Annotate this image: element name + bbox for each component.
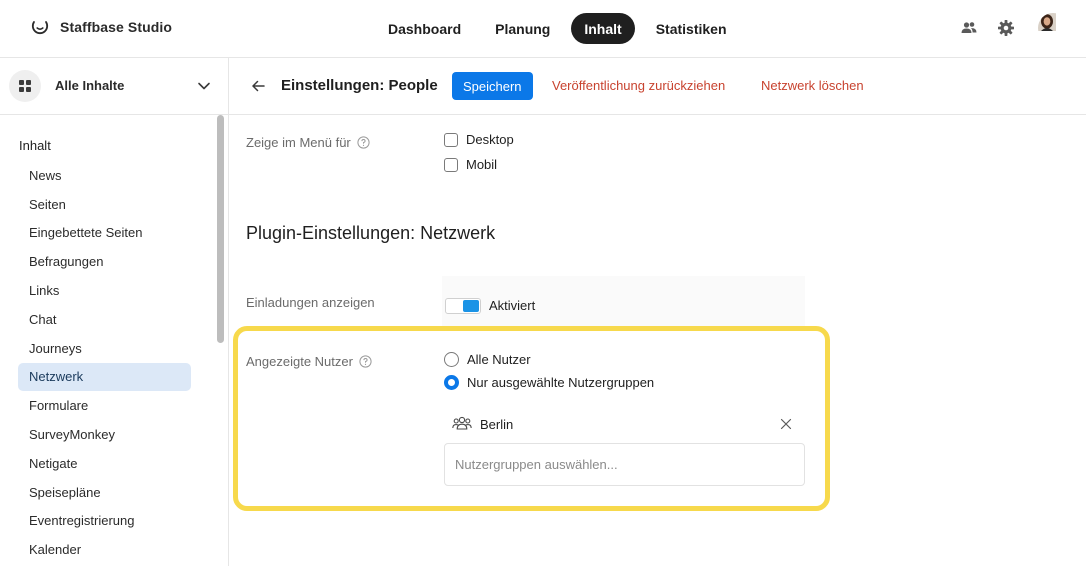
- app-name: Staffbase Studio: [60, 19, 173, 35]
- close-icon[interactable]: [780, 418, 792, 430]
- desktop-checkbox[interactable]: [444, 132, 458, 147]
- chevron-down-icon[interactable]: [197, 79, 211, 93]
- nav-inhalt[interactable]: Inhalt: [571, 13, 635, 44]
- mobile-checkbox[interactable]: [444, 157, 458, 172]
- scrollbar-thumb[interactable]: [217, 115, 224, 343]
- sidebar-item-eingebettete-seiten[interactable]: Eingebettete Seiten: [18, 219, 191, 248]
- back-arrow-icon[interactable]: [250, 78, 266, 94]
- sidebar-item-befragungen[interactable]: Befragungen: [18, 247, 191, 276]
- sidebar-scrollbar[interactable]: [216, 115, 225, 566]
- sidebar-item-journeys[interactable]: Journeys: [18, 334, 191, 363]
- radio-all-users-label: Alle Nutzer: [467, 352, 531, 367]
- plugin-section-title: Plugin-Einstellungen: Netzwerk: [246, 223, 496, 243]
- gear-icon[interactable]: [997, 19, 1015, 37]
- displayed-users-label-row: Angezeigte Nutzer: [246, 354, 372, 369]
- help-icon[interactable]: [357, 136, 370, 149]
- staffbase-logo-icon: [31, 21, 49, 35]
- sidebar-item-formulare[interactable]: Formulare: [18, 391, 191, 420]
- sidebar-item-netigate[interactable]: Netigate: [18, 449, 191, 478]
- invitations-toggle-label: Aktiviert: [489, 298, 536, 313]
- sidebar-item-chat[interactable]: Chat: [18, 305, 191, 334]
- nav-planung[interactable]: Planung: [482, 13, 563, 44]
- menu-visibility-label-row: Zeige im Menü für: [246, 135, 370, 150]
- sidebar-item-surveymonkey[interactable]: SurveyMonkey: [18, 420, 191, 449]
- sidebar-item-netzwerk[interactable]: Netzwerk: [18, 362, 191, 392]
- content-tree: Inhalt News Seiten Eingebettete Seiten B…: [0, 115, 214, 566]
- selected-group-label: Berlin: [480, 417, 514, 432]
- top-bar: Staffbase Studio Dashboard Planung Inhal…: [0, 0, 1086, 58]
- unpublish-button[interactable]: Veröffentlichung zurückziehen: [552, 78, 725, 93]
- delete-network-button[interactable]: Netzwerk löschen: [761, 78, 864, 93]
- radio-all-users-input[interactable]: [444, 352, 459, 367]
- page-title: Einstellungen: People: [281, 77, 438, 94]
- sidebar-item-speiseplaene[interactable]: Speisepläne: [18, 478, 191, 507]
- save-button[interactable]: Speichern: [452, 72, 533, 100]
- tree-list: News Seiten Eingebettete Seiten Befragun…: [18, 161, 191, 564]
- sidebar-item-eventregistrierung[interactable]: Eventregistrierung: [18, 507, 191, 536]
- displayed-users-label: Angezeigte Nutzer: [246, 354, 353, 369]
- sidebar-item-links[interactable]: Links: [18, 276, 191, 305]
- user-avatar[interactable]: [1038, 13, 1068, 43]
- top-actions: [960, 13, 1068, 43]
- main-navigation: Dashboard Planung Inhalt Statistiken: [375, 13, 740, 44]
- sidebar-item-seiten[interactable]: Seiten: [18, 190, 191, 219]
- main-content: Einstellungen: People Speichern Veröffen…: [229, 58, 1086, 566]
- content-selector-label: Alle Inhalte: [55, 78, 125, 93]
- desktop-checkbox-row[interactable]: Desktop: [444, 132, 514, 147]
- menu-visibility-label: Zeige im Menü für: [246, 135, 351, 150]
- radio-selected-groups-label: Nur ausgewählte Nutzergruppen: [467, 375, 655, 390]
- radio-selected-groups-input[interactable]: [444, 375, 459, 390]
- grid-icon[interactable]: [9, 70, 41, 102]
- toggle-knob: [463, 300, 479, 312]
- selected-group-item: Berlin: [444, 409, 806, 439]
- desktop-label: Desktop: [466, 132, 514, 147]
- user-group-search-input[interactable]: [444, 443, 805, 486]
- content-selector[interactable]: Alle Inhalte: [0, 58, 228, 115]
- nav-dashboard[interactable]: Dashboard: [375, 13, 474, 44]
- sidebar-item-news[interactable]: News: [18, 161, 191, 190]
- radio-all-users[interactable]: Alle Nutzer: [444, 352, 531, 367]
- help-icon[interactable]: [359, 355, 372, 368]
- avatar-image: [1038, 13, 1056, 31]
- users-icon[interactable]: [960, 19, 978, 37]
- sidebar-item-kalender[interactable]: Kalender: [18, 535, 191, 564]
- mobile-checkbox-row[interactable]: Mobil: [444, 157, 497, 172]
- page-header: Einstellungen: People Speichern Veröffen…: [229, 58, 1086, 115]
- radio-selected-groups[interactable]: Nur ausgewählte Nutzergruppen: [444, 375, 654, 390]
- tree-root-label: Inhalt: [19, 138, 51, 153]
- user-group-icon: [452, 416, 472, 430]
- invitations-toggle[interactable]: [445, 298, 481, 314]
- mobile-label: Mobil: [466, 157, 498, 172]
- brand[interactable]: Staffbase Studio: [31, 18, 172, 36]
- sidebar: Alle Inhalte Inhalt News Seiten Eingebet…: [0, 58, 229, 566]
- nav-statistiken[interactable]: Statistiken: [643, 13, 740, 44]
- invitations-label: Einladungen anzeigen: [246, 295, 375, 310]
